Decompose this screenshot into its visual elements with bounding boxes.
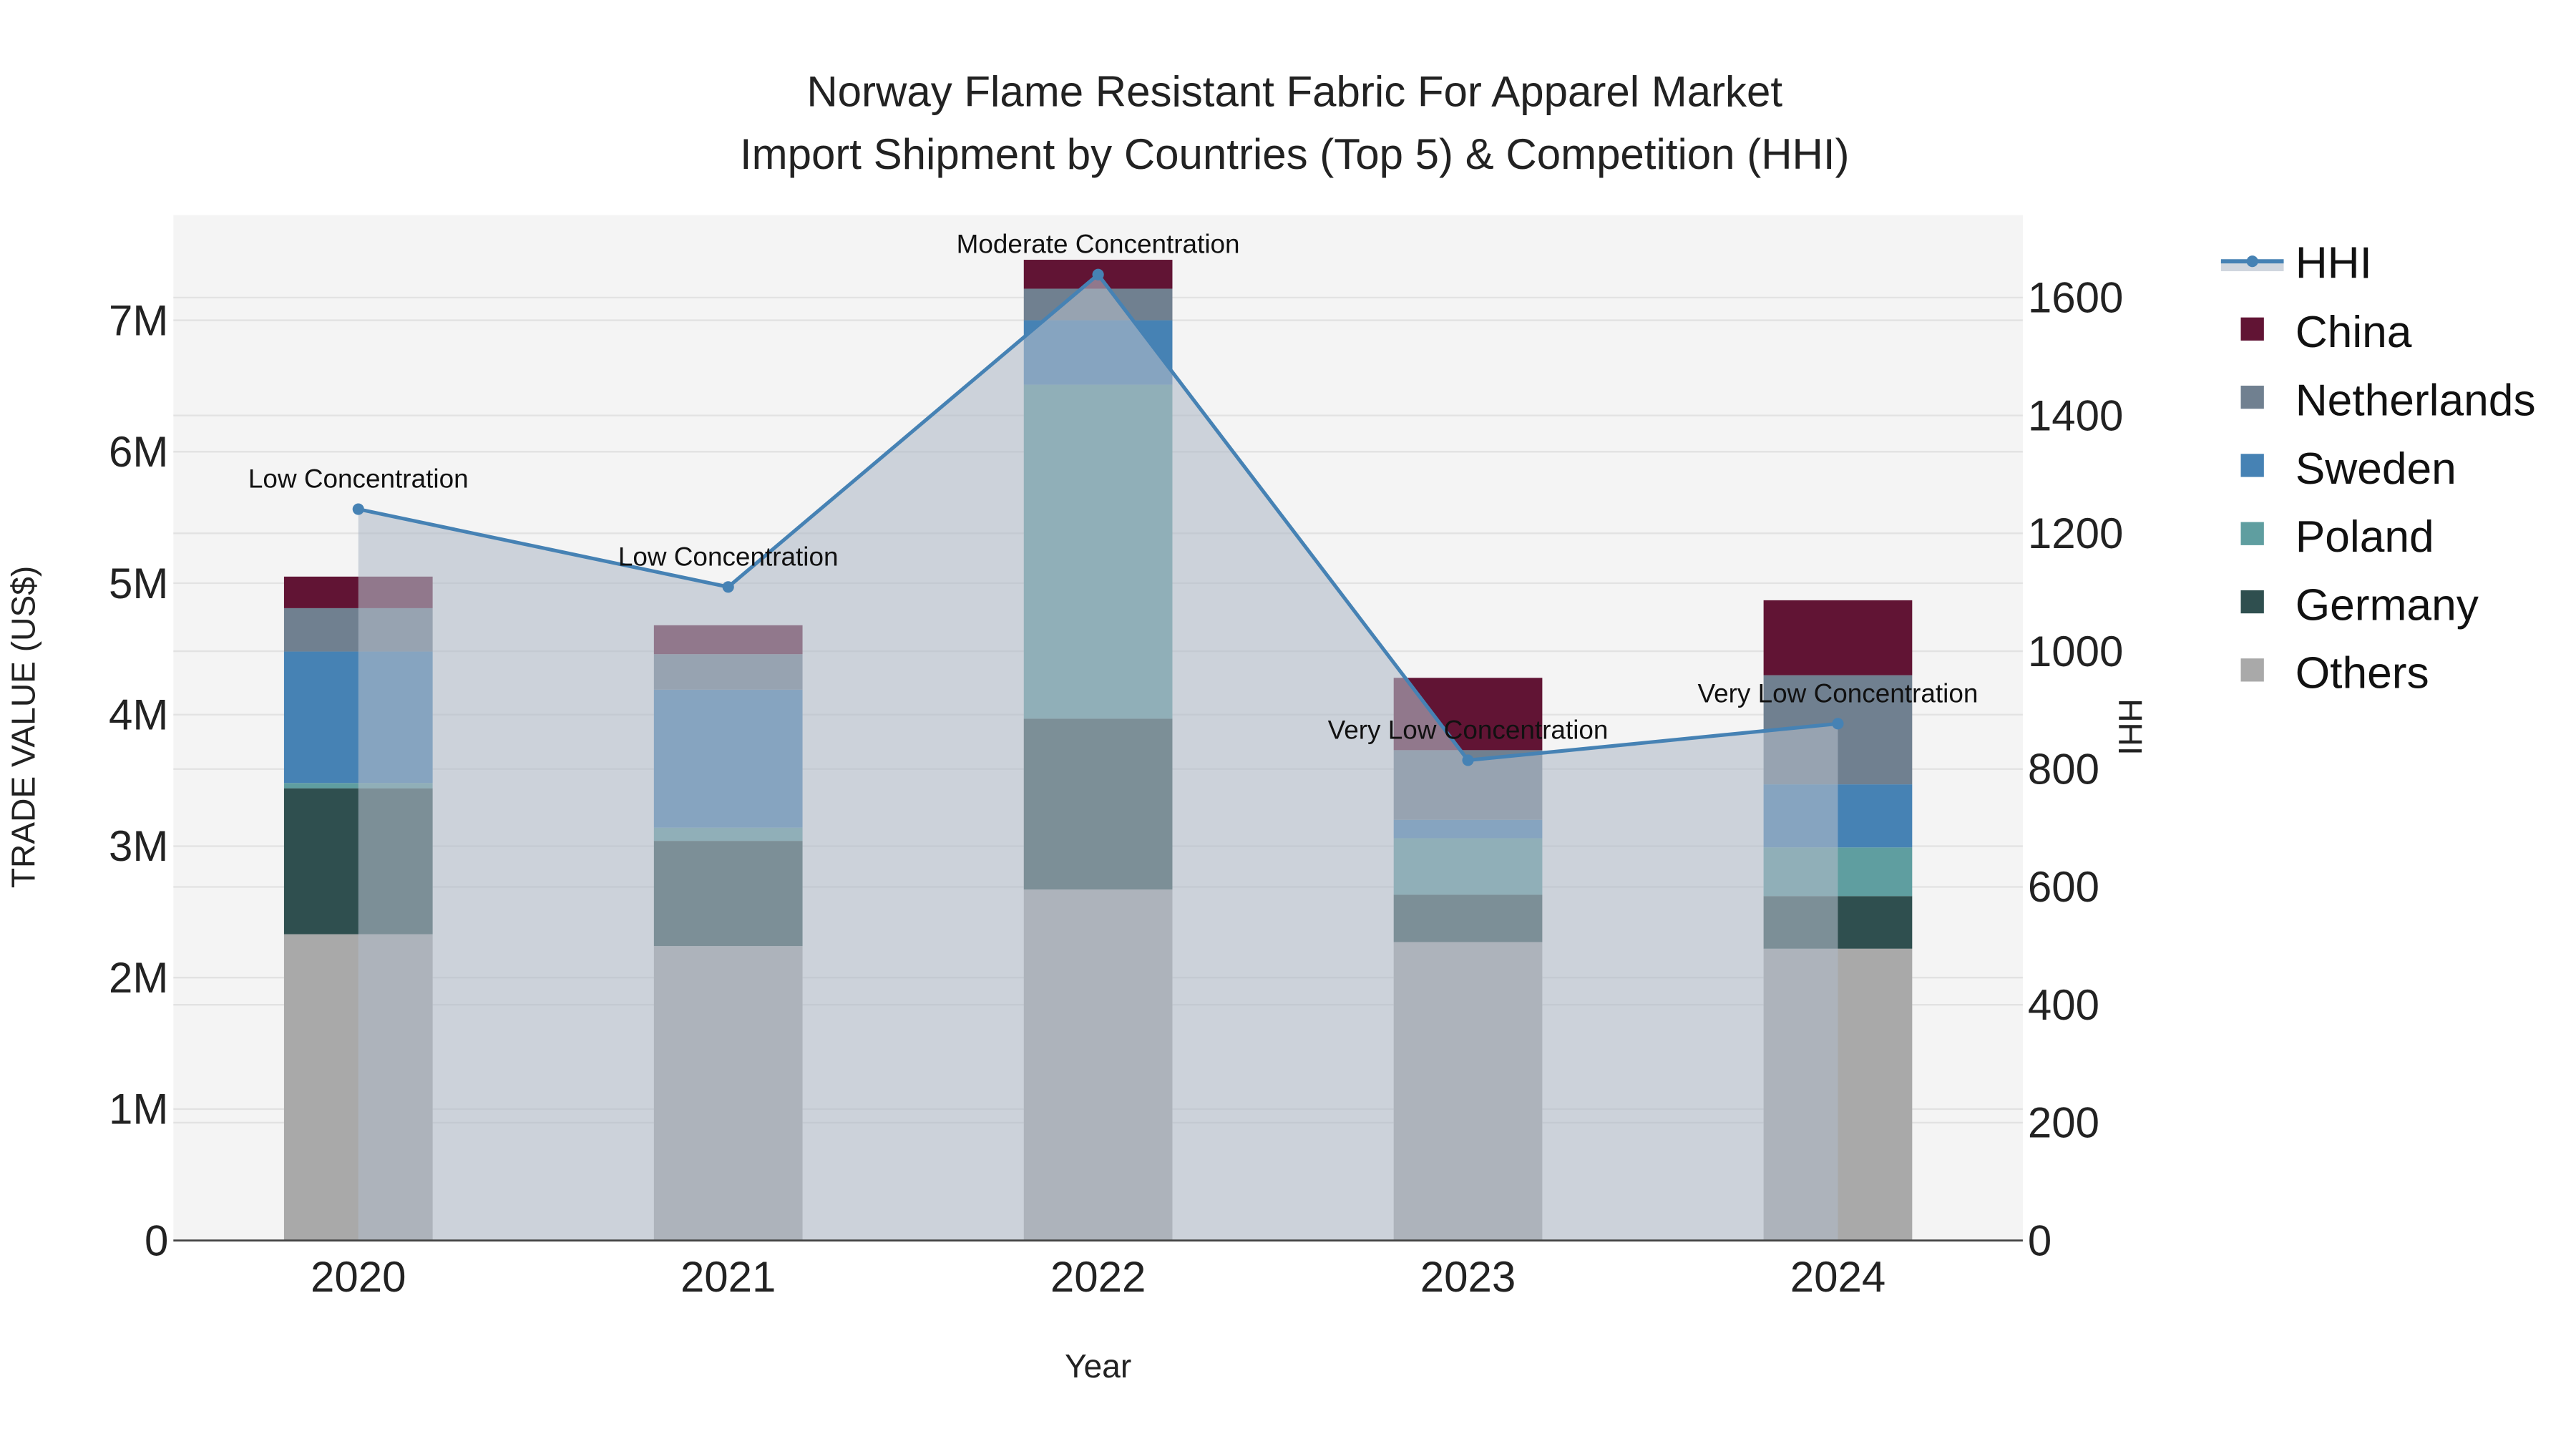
legend-swatch-china [2240, 317, 2264, 341]
y2-tick-label: 1200 [2028, 509, 2123, 557]
legend-label-netherlands: Netherlands [2296, 376, 2536, 426]
y2-tick-label: 1000 [2028, 628, 2123, 675]
x-tick-label: 2023 [1420, 1253, 1516, 1301]
x-axis-title: Year [1065, 1347, 1131, 1385]
y2-tick-label: 1600 [2028, 274, 2123, 322]
x-tick-label: 2021 [680, 1253, 776, 1301]
hhi-annotation: Moderate Concentration [957, 230, 1240, 259]
legend-swatch-others [2240, 658, 2264, 682]
y-tick-label: 3M [109, 822, 168, 870]
y2-tick-label: 400 [2028, 981, 2099, 1029]
chart-title-line2: Import Shipment by Countries (Top 5) & C… [740, 130, 1850, 178]
legend-label-sweden: Sweden [2296, 444, 2457, 494]
y-tick-label: 7M [109, 296, 168, 344]
y-tick-label: 5M [109, 560, 168, 608]
legend-swatch-poland [2240, 522, 2264, 545]
legend-swatch-germany [2240, 590, 2264, 614]
legend-swatch-hhi-marker [2246, 255, 2258, 268]
legend-label-hhi: HHI [2296, 238, 2372, 288]
y-tick-label: 0 [145, 1216, 168, 1264]
legend-label-china: China [2296, 308, 2412, 357]
bar-china-2024 [1763, 600, 1913, 675]
y2-tick-label: 200 [2028, 1099, 2099, 1147]
legend: HHI China Netherlands Sweden Poland Germany Ot… [2220, 238, 2536, 698]
hhi-point-2024 [1832, 718, 1844, 730]
hhi-annotation: Low Concentration [618, 542, 839, 571]
legend-label-germany: Germany [2296, 580, 2479, 630]
legend-label-poland: Poland [2296, 512, 2434, 562]
y2-tick-label: 800 [2028, 746, 2099, 794]
hhi-point-2020 [352, 503, 364, 515]
y2-tick-label: 1400 [2028, 391, 2123, 439]
y-axis-title: TRADE VALUE (US$) [4, 566, 42, 888]
hhi-annotation: Very Low Concentration [1328, 715, 1609, 744]
hhi-annotation: Low Concentration [248, 464, 469, 494]
x-tick-label: 2024 [1790, 1253, 1885, 1301]
y2-tick-label: 600 [2028, 863, 2099, 911]
x-tick-label: 2022 [1050, 1253, 1146, 1301]
hhi-point-2021 [722, 581, 734, 593]
y-tick-label: 2M [109, 954, 168, 1002]
legend-swatch-netherlands [2240, 385, 2264, 409]
y2-tick-label: 0 [2028, 1216, 2051, 1264]
y-tick-label: 1M [109, 1085, 168, 1133]
y2-axis-title: HHI [2112, 698, 2149, 755]
legend-label-others: Others [2296, 649, 2429, 698]
chart-title-line1: Norway Flame Resistant Fabric For Appare… [806, 67, 1782, 115]
hhi-point-2022 [1092, 268, 1104, 280]
y-tick-label: 4M [109, 691, 168, 739]
legend-swatch-sweden [2240, 454, 2264, 477]
x-tick-label: 2020 [311, 1253, 406, 1301]
chart: Low Concentration Low Concentration Modera… [4, 67, 2536, 1385]
hhi-point-2023 [1462, 754, 1474, 766]
hhi-annotation: Very Low Concentration [1698, 678, 1979, 708]
y-tick-label: 6M [109, 428, 168, 476]
